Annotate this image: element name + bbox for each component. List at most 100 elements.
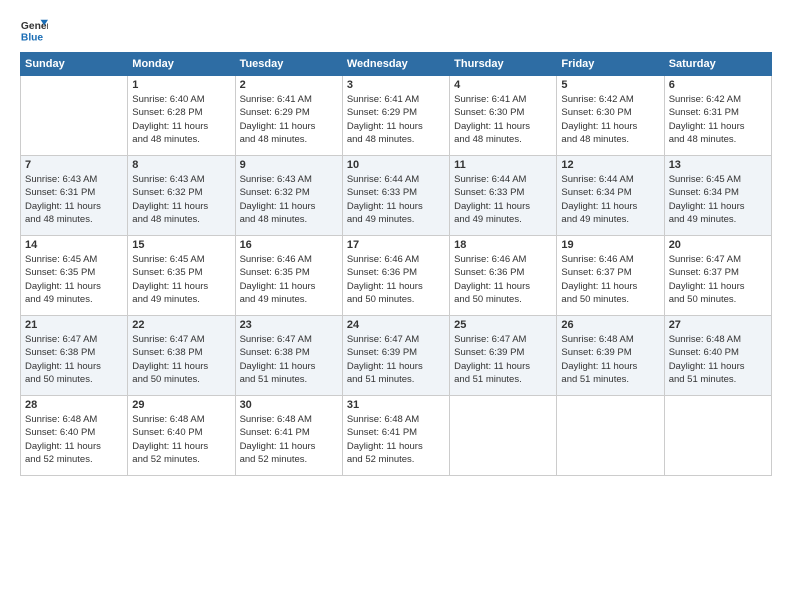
calendar-cell: 27Sunrise: 6:48 AMSunset: 6:40 PMDayligh… [664,316,771,396]
calendar-cell: 3 Sunrise: 6:41 AMSunset: 6:29 PMDaylight… [342,76,449,156]
calendar-cell [450,396,557,476]
day-info: Sunrise: 6:45 AMSunset: 6:35 PMDaylight:… [25,253,123,306]
calendar-cell [557,396,664,476]
calendar-cell: 8 Sunrise: 6:43 AMSunset: 6:32 PMDaylight… [128,156,235,236]
day-number: 6 [669,79,767,91]
day-info: Sunrise: 6:44 AMSunset: 6:34 PMDaylight:… [561,173,659,226]
day-info: Sunrise: 6:47 AMSunset: 6:38 PMDaylight:… [132,333,230,386]
day-info: Sunrise: 6:41 AMSunset: 6:29 PMDaylight:… [240,93,338,146]
calendar-cell: 16 Sunrise: 6:46 AMSunset: 6:35 PMDayligh… [235,236,342,316]
day-info: Sunrise: 6:43 AMSunset: 6:31 PMDaylight:… [25,173,123,226]
calendar-page: General Blue SundayMondayTuesdayWednesda… [0,0,792,612]
day-number: 16 [240,239,338,251]
logo: General Blue [20,16,48,44]
day-info: Sunrise: 6:41 AMSunset: 6:29 PMDaylight:… [347,93,445,146]
calendar-cell: 13 Sunrise: 6:45 AMSunset: 6:34 PMDayligh… [664,156,771,236]
day-info: Sunrise: 6:40 AMSunset: 6:28 PMDaylight:… [132,93,230,146]
day-number: 2 [240,79,338,91]
calendar-cell: 7 Sunrise: 6:43 AMSunset: 6:31 PMDaylight… [21,156,128,236]
day-number: 20 [669,239,767,251]
weekday-sunday: Sunday [21,53,128,76]
calendar-cell: 6 Sunrise: 6:42 AMSunset: 6:31 PMDaylight… [664,76,771,156]
calendar-cell: 29 Sunrise: 6:48 AMSunset: 6:40 PMDayligh… [128,396,235,476]
day-info: Sunrise: 6:48 AMSunset: 6:40 PMDaylight:… [132,413,230,466]
calendar-cell: 21 Sunrise: 6:47 AMSunset: 6:38 PMDayligh… [21,316,128,396]
calendar-cell: 20 Sunrise: 6:47 AMSunset: 6:37 PMDayligh… [664,236,771,316]
day-info: Sunrise: 6:47 AMSunset: 6:37 PMDaylight:… [669,253,767,306]
day-number: 26 [561,319,659,331]
day-number: 15 [132,239,230,251]
calendar-cell: 1 Sunrise: 6:40 AMSunset: 6:28 PMDaylight… [128,76,235,156]
day-number: 31 [347,399,445,411]
svg-text:Blue: Blue [21,32,44,43]
day-number: 1 [132,79,230,91]
calendar-cell: 4 Sunrise: 6:41 AMSunset: 6:30 PMDaylight… [450,76,557,156]
calendar-cell: 9 Sunrise: 6:43 AMSunset: 6:32 PMDaylight… [235,156,342,236]
day-number: 9 [240,159,338,171]
day-number: 22 [132,319,230,331]
day-number: 5 [561,79,659,91]
calendar-cell: 14 Sunrise: 6:45 AMSunset: 6:35 PMDayligh… [21,236,128,316]
weekday-wednesday: Wednesday [342,53,449,76]
day-number: 13 [669,159,767,171]
logo-icon: General Blue [20,16,48,44]
day-number: 12 [561,159,659,171]
day-info: Sunrise: 6:47 AMSunset: 6:39 PMDaylight:… [454,333,552,386]
day-number: 10 [347,159,445,171]
calendar-cell: 18 Sunrise: 6:46 AMSunset: 6:36 PMDayligh… [450,236,557,316]
day-number: 3 [347,79,445,91]
calendar-week-2: 7 Sunrise: 6:43 AMSunset: 6:31 PMDaylight… [21,156,772,236]
weekday-header-row: SundayMondayTuesdayWednesdayThursdayFrid… [21,53,772,76]
calendar-cell: 22 Sunrise: 6:47 AMSunset: 6:38 PMDayligh… [128,316,235,396]
day-number: 24 [347,319,445,331]
calendar-cell [664,396,771,476]
day-info: Sunrise: 6:48 AMSunset: 6:41 PMDaylight:… [347,413,445,466]
calendar-cell: 2 Sunrise: 6:41 AMSunset: 6:29 PMDaylight… [235,76,342,156]
day-info: Sunrise: 6:45 AMSunset: 6:34 PMDaylight:… [669,173,767,226]
calendar-cell: 15 Sunrise: 6:45 AMSunset: 6:35 PMDayligh… [128,236,235,316]
calendar-week-4: 21 Sunrise: 6:47 AMSunset: 6:38 PMDayligh… [21,316,772,396]
calendar-cell: 17Sunrise: 6:46 AMSunset: 6:36 PMDayligh… [342,236,449,316]
day-number: 28 [25,399,123,411]
day-number: 19 [561,239,659,251]
day-number: 4 [454,79,552,91]
day-info: Sunrise: 6:43 AMSunset: 6:32 PMDaylight:… [132,173,230,226]
calendar-cell: 30Sunrise: 6:48 AMSunset: 6:41 PMDayligh… [235,396,342,476]
day-info: Sunrise: 6:42 AMSunset: 6:30 PMDaylight:… [561,93,659,146]
day-info: Sunrise: 6:42 AMSunset: 6:31 PMDaylight:… [669,93,767,146]
weekday-saturday: Saturday [664,53,771,76]
day-number: 11 [454,159,552,171]
day-info: Sunrise: 6:46 AMSunset: 6:37 PMDaylight:… [561,253,659,306]
day-number: 23 [240,319,338,331]
day-info: Sunrise: 6:46 AMSunset: 6:35 PMDaylight:… [240,253,338,306]
day-number: 8 [132,159,230,171]
calendar-cell: 28Sunrise: 6:48 AMSunset: 6:40 PMDayligh… [21,396,128,476]
day-number: 18 [454,239,552,251]
calendar-cell: 11Sunrise: 6:44 AMSunset: 6:33 PMDayligh… [450,156,557,236]
day-number: 14 [25,239,123,251]
day-info: Sunrise: 6:41 AMSunset: 6:30 PMDaylight:… [454,93,552,146]
day-info: Sunrise: 6:47 AMSunset: 6:38 PMDaylight:… [25,333,123,386]
calendar-cell: 10Sunrise: 6:44 AMSunset: 6:33 PMDayligh… [342,156,449,236]
day-number: 21 [25,319,123,331]
calendar-cell: 12 Sunrise: 6:44 AMSunset: 6:34 PMDayligh… [557,156,664,236]
day-info: Sunrise: 6:47 AMSunset: 6:39 PMDaylight:… [347,333,445,386]
day-info: Sunrise: 6:47 AMSunset: 6:38 PMDaylight:… [240,333,338,386]
day-info: Sunrise: 6:48 AMSunset: 6:39 PMDaylight:… [561,333,659,386]
day-number: 7 [25,159,123,171]
calendar-week-1: 1 Sunrise: 6:40 AMSunset: 6:28 PMDaylight… [21,76,772,156]
calendar-cell: 23 Sunrise: 6:47 AMSunset: 6:38 PMDayligh… [235,316,342,396]
day-number: 25 [454,319,552,331]
day-info: Sunrise: 6:43 AMSunset: 6:32 PMDaylight:… [240,173,338,226]
calendar-cell: 5 Sunrise: 6:42 AMSunset: 6:30 PMDaylight… [557,76,664,156]
day-number: 29 [132,399,230,411]
weekday-monday: Monday [128,53,235,76]
day-info: Sunrise: 6:48 AMSunset: 6:40 PMDaylight:… [669,333,767,386]
day-info: Sunrise: 6:46 AMSunset: 6:36 PMDaylight:… [454,253,552,306]
day-info: Sunrise: 6:45 AMSunset: 6:35 PMDaylight:… [132,253,230,306]
day-number: 30 [240,399,338,411]
calendar-header: General Blue [20,16,772,44]
weekday-friday: Friday [557,53,664,76]
calendar-cell [21,76,128,156]
calendar-cell: 24 Sunrise: 6:47 AMSunset: 6:39 PMDayligh… [342,316,449,396]
